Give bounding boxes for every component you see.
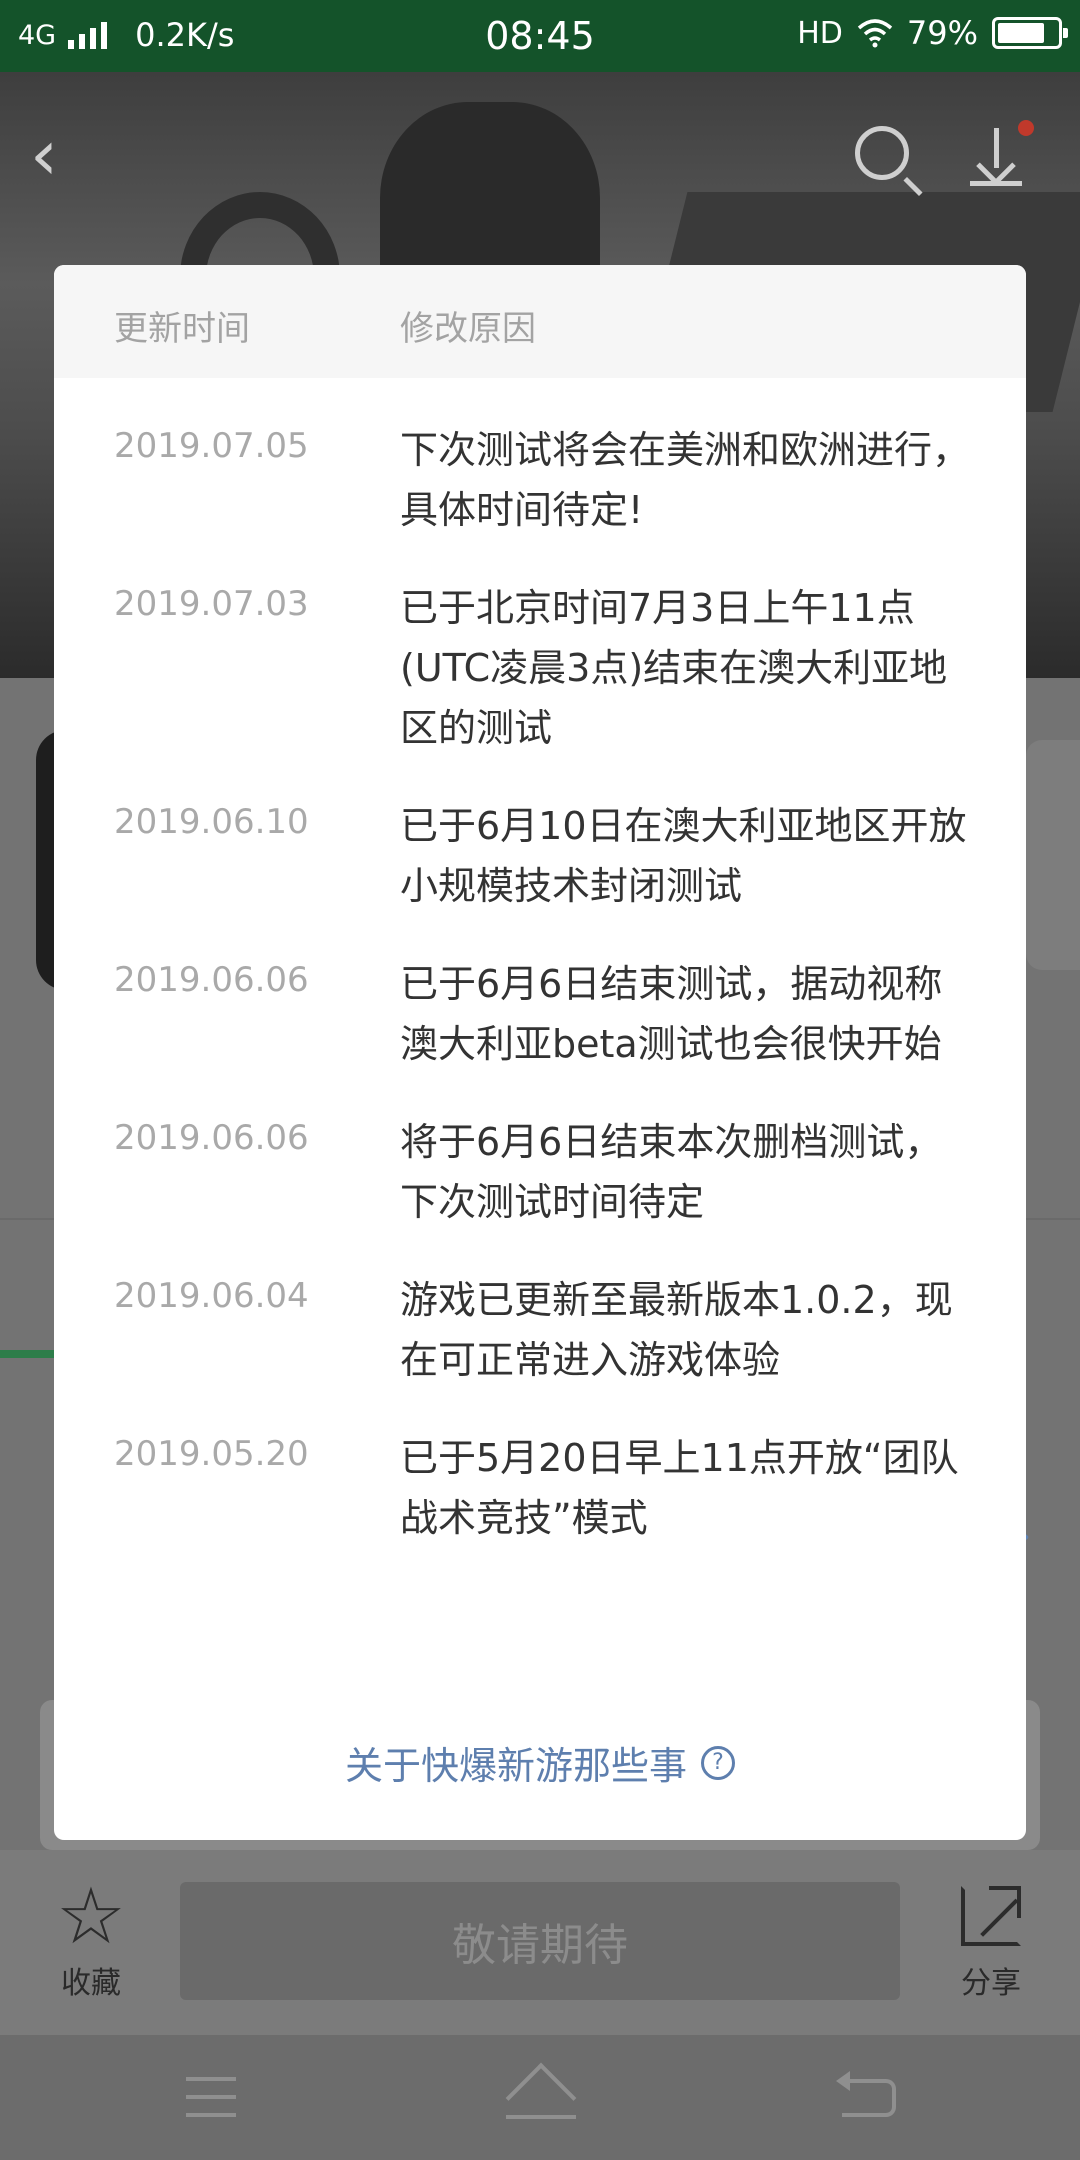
about-link[interactable]: 关于快爆新游那些事 ? <box>54 1735 1026 1790</box>
status-bar: 4G 0.2K/s 08:45 HD 79% <box>0 0 1080 72</box>
status-right: HD 79% <box>797 14 1068 52</box>
update-history-dialog: 更新时间 修改原因 2019.07.05 下次测试将会在美洲和欧洲进行，具体时间… <box>54 265 1026 1840</box>
share-button[interactable]: 分享 <box>946 1880 1036 2002</box>
entry-date: 2019.06.06 <box>114 1118 309 1158</box>
list-item: 2019.06.10 已于6月10日在澳大利亚地区开放小规模技术封闭测试 <box>54 796 1026 916</box>
favorite-label: 收藏 <box>61 1966 121 2001</box>
side-card <box>1026 740 1080 970</box>
entry-reason: 已于6月6日结束测试，据动视称澳大利亚beta测试也会很快开始 <box>400 962 943 1066</box>
column-header-date: 更新时间 <box>114 309 250 349</box>
list-item: 2019.07.03 已于北京时间7月3日上午11点(UTC凌晨3点)结束在澳大… <box>54 578 1026 758</box>
entry-reason: 已于6月10日在澳大利亚地区开放小规模技术封闭测试 <box>400 804 967 908</box>
system-nav-bar <box>0 2035 1080 2160</box>
share-icon <box>961 1886 1021 1946</box>
list-item: 2019.06.06 已于6月6日结束测试，据动视称澳大利亚beta测试也会很快… <box>54 954 1026 1074</box>
hd-indicator: HD <box>797 15 843 51</box>
entry-reason: 将于6月6日结束本次删档测试，下次测试时间待定 <box>400 1120 943 1224</box>
battery-fill <box>998 23 1044 43</box>
list-item: 2019.05.20 已于5月20日早上11点开放“团队战术竞技”模式 <box>54 1428 1026 1548</box>
entry-reason: 游戏已更新至最新版本1.0.2，现在可正常进入游戏体验 <box>400 1278 953 1382</box>
back-arrow-icon[interactable]: ‹ <box>30 120 58 190</box>
home-icon[interactable] <box>505 2062 577 2134</box>
entry-reason: 已于北京时间7月3日上午11点(UTC凌晨3点)结束在澳大利亚地区的测试 <box>400 586 948 750</box>
download-icon[interactable] <box>970 128 1022 186</box>
back-icon[interactable] <box>836 2071 896 2117</box>
share-label: 分享 <box>961 1966 1021 2001</box>
column-header-reason: 修改原因 <box>400 309 536 349</box>
about-link-label: 关于快爆新游那些事 <box>344 1744 687 1788</box>
update-list: 2019.07.05 下次测试将会在美洲和欧洲进行，具体时间待定! 2019.0… <box>54 420 1026 1586</box>
dialog-header: 更新时间 修改原因 <box>54 265 1026 378</box>
wifi-icon <box>857 19 893 48</box>
entry-date: 2019.07.03 <box>114 584 309 624</box>
favorite-button[interactable]: ☆ 收藏 <box>46 1878 136 2002</box>
coming-soon-button[interactable]: 敬请期待 <box>180 1882 900 2000</box>
entry-date: 2019.05.20 <box>114 1434 309 1474</box>
notification-dot <box>1018 120 1034 136</box>
list-item: 2019.06.06 将于6月6日结束本次删档测试，下次测试时间待定 <box>54 1112 1026 1232</box>
list-item: 2019.06.04 游戏已更新至最新版本1.0.2，现在可正常进入游戏体验 <box>54 1270 1026 1390</box>
star-icon: ☆ <box>56 1872 126 1962</box>
entry-date: 2019.06.06 <box>114 960 309 1000</box>
battery-percent: 79% <box>906 14 978 52</box>
list-item: 2019.07.05 下次测试将会在美洲和欧洲进行，具体时间待定! <box>54 420 1026 540</box>
help-icon: ? <box>701 1745 735 1780</box>
entry-reason: 下次测试将会在美洲和欧洲进行，具体时间待定! <box>400 428 971 532</box>
battery-icon <box>992 17 1068 49</box>
entry-date: 2019.07.05 <box>114 426 309 466</box>
entry-date: 2019.06.04 <box>114 1276 309 1316</box>
entry-reason: 已于5月20日早上11点开放“团队战术竞技”模式 <box>400 1436 959 1540</box>
entry-date: 2019.06.10 <box>114 802 309 842</box>
search-icon[interactable] <box>855 126 909 180</box>
tab-indicator <box>0 1350 56 1358</box>
menu-icon[interactable] <box>186 2077 236 2131</box>
